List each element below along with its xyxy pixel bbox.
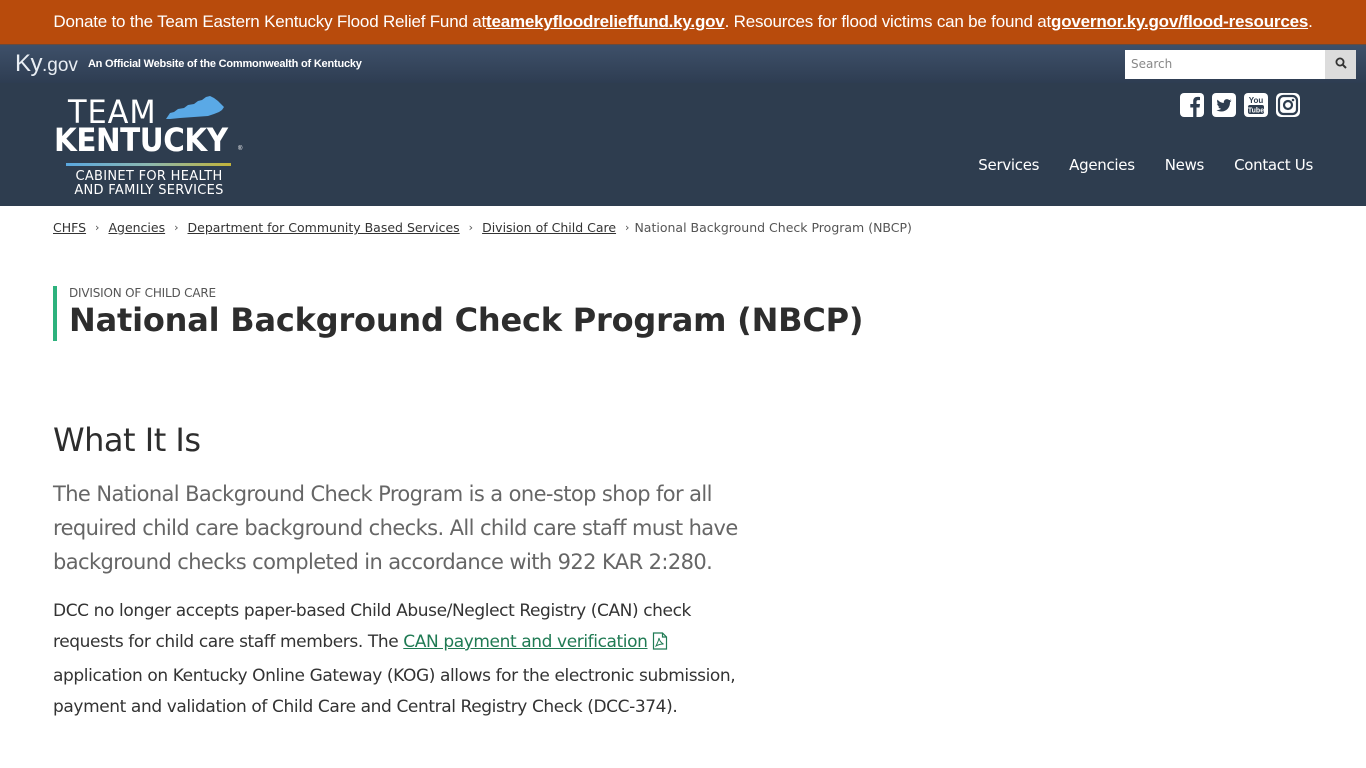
nav-agencies[interactable]: Agencies: [1069, 156, 1135, 174]
can-payment-verification-link[interactable]: CAN payment and verification: [403, 632, 648, 652]
logo-cabinet-line1: CABINET FOR HEALTH: [75, 169, 223, 184]
breadcrumb-division-of-child-care[interactable]: Division of Child Care: [482, 220, 616, 235]
team-kentucky-chfs-logo[interactable]: TEAM KENTUCKY ® CABINET FOR HEALTH AND F…: [54, 93, 244, 198]
search-button[interactable]: [1325, 49, 1356, 79]
flood-relief-alert-bar: Donate to the Team Eastern Kentucky Floo…: [0, 0, 1366, 44]
breadcrumb-chfs[interactable]: CHFS: [53, 220, 86, 235]
main-content: What It Is The National Background Check…: [53, 420, 763, 723]
logo-kentucky-text: KENTUCKY: [54, 121, 228, 159]
chevron-right-icon: ›: [468, 221, 474, 234]
breadcrumb-current: National Background Check Program (NBCP): [634, 220, 912, 235]
flood-relief-fund-link[interactable]: teamekyfloodrelieffund.ky.gov: [486, 12, 725, 32]
site-header: TEAM KENTUCKY ® CABINET FOR HEALTH AND F…: [0, 83, 1366, 206]
lead-paragraph: The National Background Check Program is…: [53, 482, 738, 574]
page-title: National Background Check Program (NBCP): [69, 301, 864, 339]
page-title-block: DIVISION OF CHILD CARE National Backgrou…: [53, 286, 864, 341]
chevron-right-icon: ›: [174, 221, 179, 234]
nav-news[interactable]: News: [1165, 156, 1205, 174]
search-input[interactable]: [1125, 49, 1325, 79]
body-paragraph: DCC no longer accepts paper-based Child …: [53, 596, 758, 723]
facebook-icon[interactable]: [1180, 93, 1204, 117]
twitter-icon[interactable]: [1212, 93, 1236, 117]
logo-gradient-stripe: [66, 163, 231, 166]
alert-text-after: .: [1308, 12, 1313, 31]
nav-services[interactable]: Services: [978, 156, 1039, 174]
page-eyebrow: DIVISION OF CHILD CARE: [69, 286, 216, 300]
pdf-file-icon: [652, 630, 668, 661]
svg-text:You: You: [1249, 96, 1264, 105]
breadcrumb-dcbs[interactable]: Department for Community Based Services: [188, 220, 460, 235]
kygov-search-form: [1125, 49, 1356, 79]
youtube-icon[interactable]: You Tube: [1244, 93, 1268, 117]
kygov-bar: Ky .gov An Official Website of the Common…: [0, 44, 1366, 83]
instagram-icon[interactable]: [1276, 93, 1300, 117]
logo-cabinet-text: CABINET FOR HEALTH AND FAMILY SERVICES: [54, 170, 244, 198]
breadcrumb-agencies[interactable]: Agencies: [108, 220, 165, 235]
svg-text:Tube: Tube: [1248, 108, 1264, 115]
flood-resources-link[interactable]: governor.ky.gov/flood-resources: [1051, 12, 1308, 32]
search-icon: [1335, 57, 1347, 72]
body-text-after: application on Kentucky Online Gateway (…: [53, 666, 736, 717]
kygov-logo[interactable]: Ky .gov: [15, 50, 78, 78]
kygov-tagline: An Official Website of the Commonwealth …: [87, 58, 362, 70]
logo-cabinet-line2: AND FAMILY SERVICES: [74, 183, 224, 198]
nav-contact-us[interactable]: Contact Us: [1234, 156, 1313, 174]
kygov-logo-ky: Ky: [15, 50, 43, 77]
section-heading: What It Is: [53, 421, 201, 459]
breadcrumb: CHFS › Agencies › Department for Communi…: [53, 220, 912, 235]
alert-text-before: Donate to the Team Eastern Kentucky Floo…: [53, 12, 487, 31]
alert-text-middle: . Resources for flood victims can be fou…: [724, 12, 1052, 31]
chevron-right-icon: ›: [95, 221, 100, 234]
kygov-logo-gov: .gov: [42, 55, 78, 76]
social-links: You Tube: [1180, 93, 1300, 117]
chevron-right-icon: ›: [625, 221, 630, 234]
logo-registered-mark: ®: [238, 146, 243, 152]
main-nav: Services Agencies News Contact Us: [948, 156, 1313, 174]
